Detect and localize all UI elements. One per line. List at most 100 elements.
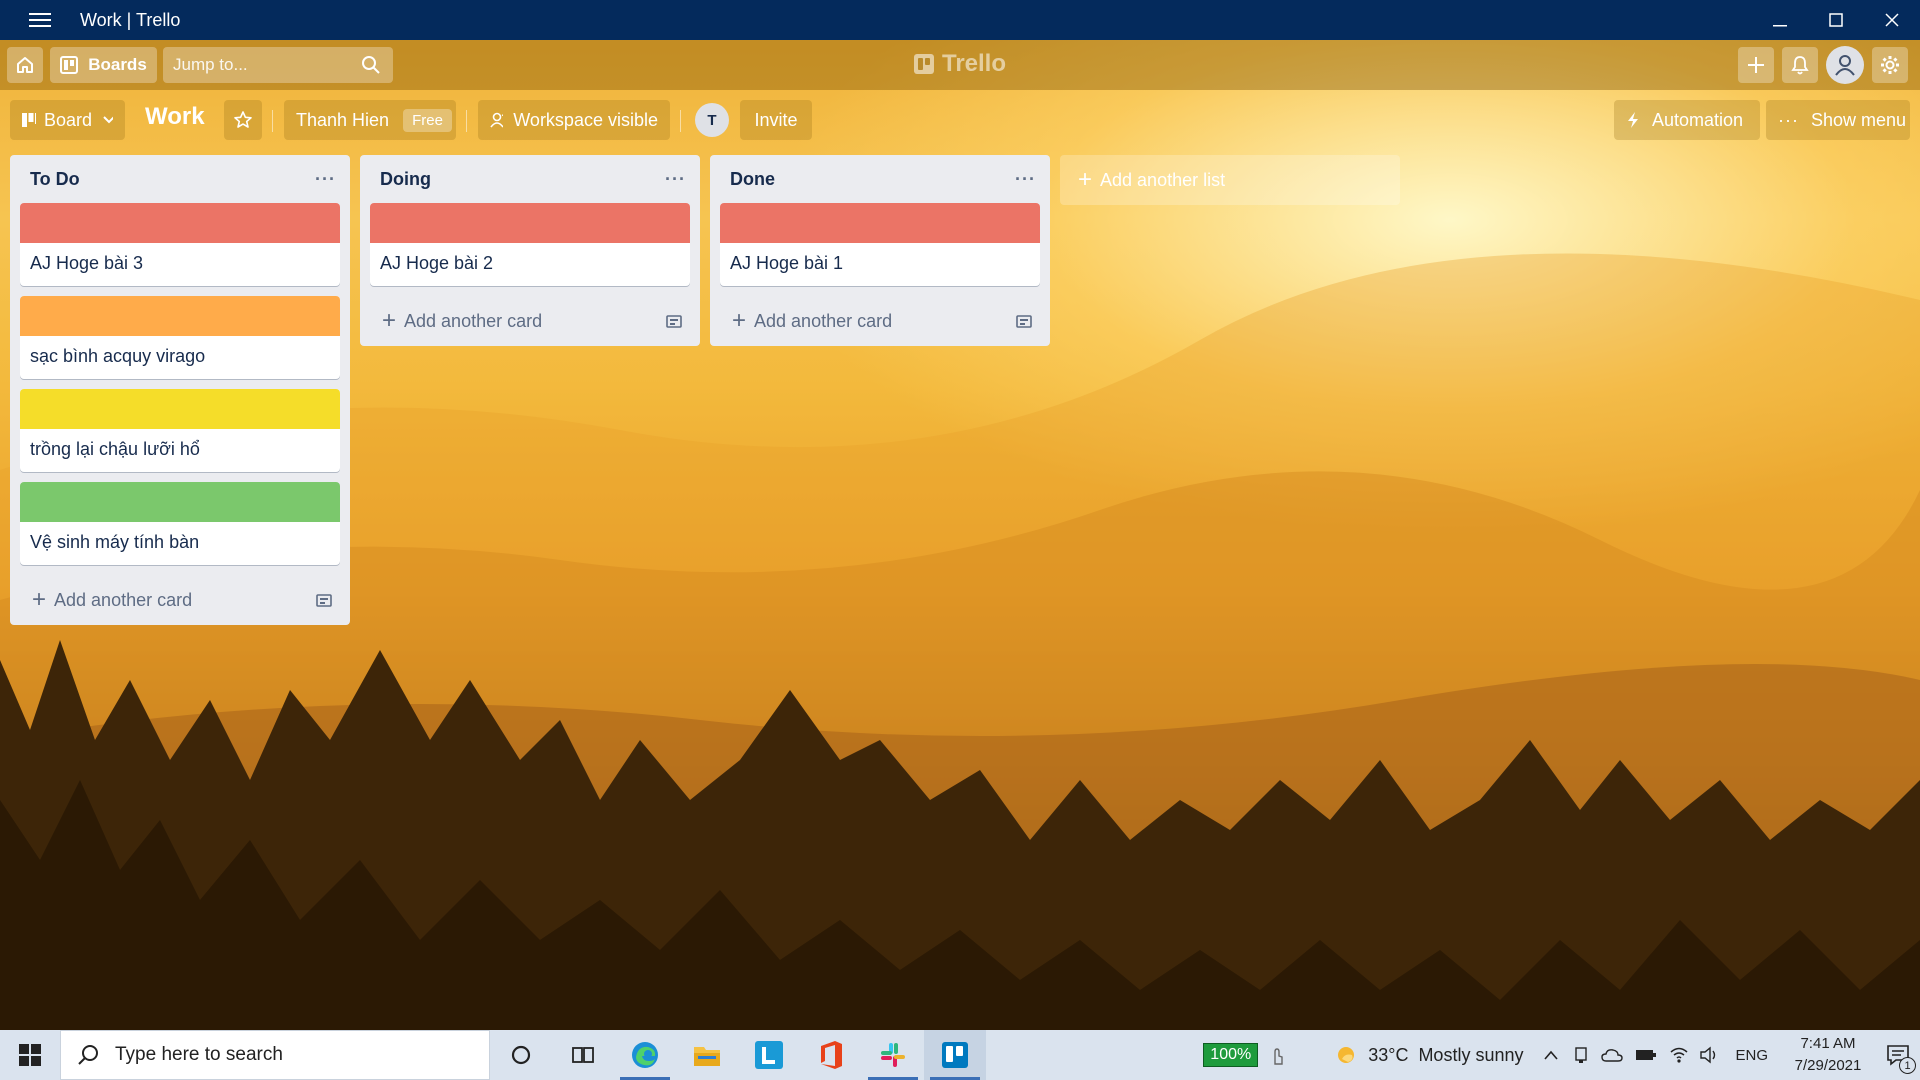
card-template-icon[interactable]: [1016, 313, 1032, 329]
list-title[interactable]: To Do: [30, 169, 80, 190]
home-button[interactable]: [7, 47, 43, 83]
people-icon: [490, 112, 504, 128]
wifi-icon[interactable]: [1669, 1046, 1689, 1064]
minimize-button[interactable]: [1752, 0, 1808, 40]
taskbar-search-input[interactable]: Type here to search: [60, 1030, 490, 1080]
automation-button[interactable]: Automation: [1614, 100, 1760, 140]
chevron-down-icon: [103, 116, 113, 124]
window-title-bar: Work | Trello: [0, 0, 1920, 40]
card[interactable]: Vệ sinh máy tính bàn: [20, 482, 340, 565]
weather-sun-icon[interactable]: [1334, 1043, 1358, 1067]
card-label-orange[interactable]: [20, 296, 340, 336]
volume-icon[interactable]: [1699, 1046, 1719, 1064]
card-title: AJ Hoge bài 1: [730, 253, 844, 273]
plus-icon: [1748, 57, 1764, 73]
weather-temp[interactable]: 33°C: [1368, 1045, 1408, 1066]
invite-button[interactable]: Invite: [740, 100, 812, 140]
card[interactable]: trồng lại chậu lưỡi hổ: [20, 389, 340, 472]
clock-date: 7/29/2021: [1794, 1057, 1862, 1074]
onedrive-cloud-icon[interactable]: [1601, 1047, 1624, 1063]
list-header[interactable]: Doing ···: [360, 155, 700, 203]
close-window-button[interactable]: [1864, 0, 1920, 40]
show-menu-button[interactable]: ··· Show menu: [1766, 100, 1910, 140]
battery-icon[interactable]: [1635, 1048, 1657, 1062]
card[interactable]: AJ Hoge bài 1: [720, 203, 1040, 286]
star-icon: [234, 111, 252, 128]
touch-icon[interactable]: [1270, 1044, 1284, 1066]
hamburger-menu-icon[interactable]: [0, 0, 80, 40]
notifications-button[interactable]: [1782, 47, 1818, 83]
taskbar-search-placeholder: Type here to search: [115, 1044, 283, 1065]
card[interactable]: AJ Hoge bài 2: [370, 203, 690, 286]
task-view-icon: [572, 1047, 594, 1063]
weather-desc[interactable]: Mostly sunny: [1418, 1045, 1523, 1066]
taskbar-edge[interactable]: [614, 1030, 676, 1080]
office-icon: [821, 1041, 842, 1069]
list-actions-icon[interactable]: ···: [665, 169, 686, 190]
settings-button[interactable]: [1872, 47, 1908, 83]
clock[interactable]: 7:41 AM 7/29/2021: [1780, 1033, 1876, 1077]
clock-time: 7:41 AM: [1800, 1035, 1856, 1052]
visibility-button[interactable]: Workspace visible: [478, 100, 670, 140]
board-view-icon: [22, 113, 37, 127]
workspace-button[interactable]: Thanh Hien Free: [284, 100, 456, 140]
board-view-switcher[interactable]: Board: [10, 100, 125, 140]
automation-label: Automation: [1652, 109, 1744, 130]
card[interactable]: AJ Hoge bài 3: [20, 203, 340, 286]
taskbar-trello[interactable]: [924, 1030, 986, 1080]
add-list-button[interactable]: + Add another list: [1060, 155, 1400, 205]
notification-count: 1: [1899, 1057, 1916, 1074]
list-actions-icon[interactable]: ···: [315, 169, 336, 190]
add-card-label: Add another card: [754, 310, 893, 331]
divider: [272, 110, 273, 132]
card[interactable]: sạc bình acquy virago: [20, 296, 340, 379]
list-to-do: To Do ··· AJ Hoge bài 3 sạc bình acquy v…: [10, 155, 350, 625]
card-title: AJ Hoge bài 3: [30, 253, 144, 273]
create-button[interactable]: [1738, 47, 1774, 83]
list-header[interactable]: Done ···: [710, 155, 1050, 203]
add-card-button[interactable]: + Add another card: [10, 575, 350, 625]
trello-logo-icon: [913, 54, 934, 74]
cortana-icon: [511, 1045, 531, 1065]
taskbar-office[interactable]: [800, 1030, 862, 1080]
language-indicator[interactable]: ENG: [1735, 1047, 1768, 1064]
add-card-button[interactable]: + Add another card: [360, 296, 700, 346]
account-avatar[interactable]: [1826, 46, 1864, 84]
trello-logo[interactable]: Trello: [913, 50, 1006, 78]
card-label-red[interactable]: [720, 203, 1040, 243]
card-label-yellow[interactable]: [20, 389, 340, 429]
member-avatar[interactable]: T: [695, 103, 729, 137]
jump-to-search-input[interactable]: Jump to...: [163, 47, 393, 83]
maximize-button[interactable]: [1808, 0, 1864, 40]
start-button[interactable]: [0, 1030, 60, 1080]
board-title[interactable]: Work: [145, 103, 205, 131]
divider: [680, 110, 681, 132]
battery-indicator[interactable]: 100%: [1203, 1043, 1259, 1067]
list-header[interactable]: To Do ···: [10, 155, 350, 203]
board-view-label: Board: [44, 109, 93, 130]
card-label-red[interactable]: [20, 203, 340, 243]
task-view-button[interactable]: [552, 1030, 614, 1080]
card-title: Vệ sinh máy tính bàn: [30, 532, 200, 552]
list-actions-icon[interactable]: ···: [1015, 169, 1036, 190]
card-title: sạc bình acquy virago: [30, 346, 206, 366]
invite-label: Invite: [754, 109, 798, 130]
taskbar-slack[interactable]: [862, 1030, 924, 1080]
taskbar-app-l[interactable]: [738, 1030, 800, 1080]
action-center-button[interactable]: 1: [1876, 1030, 1920, 1080]
star-board-button[interactable]: [224, 100, 262, 140]
card-label-green[interactable]: [20, 482, 340, 522]
chevron-up-icon[interactable]: [1543, 1049, 1559, 1061]
boards-button[interactable]: Boards: [50, 47, 157, 83]
card-template-icon[interactable]: [666, 313, 682, 329]
search-icon: [362, 56, 380, 74]
cortana-button[interactable]: [490, 1030, 552, 1080]
card-template-icon[interactable]: [316, 592, 332, 608]
card-label-red[interactable]: [370, 203, 690, 243]
add-card-button[interactable]: + Add another card: [710, 296, 1050, 346]
device-icon[interactable]: [1573, 1045, 1589, 1065]
list-title[interactable]: Done: [730, 169, 775, 190]
taskbar-file-explorer[interactable]: [676, 1030, 738, 1080]
boards-icon: [60, 56, 79, 74]
list-title[interactable]: Doing: [380, 169, 431, 190]
